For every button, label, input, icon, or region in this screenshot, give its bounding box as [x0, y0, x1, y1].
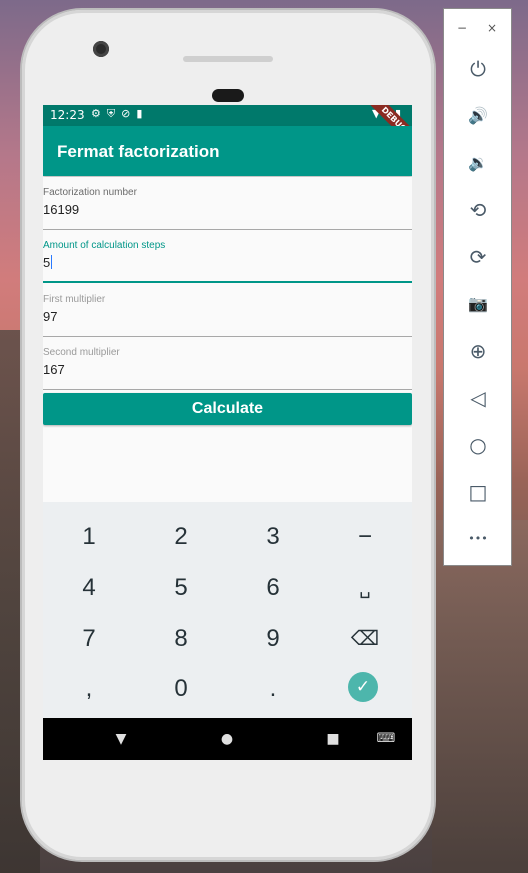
key-3[interactable]: 3: [227, 512, 319, 562]
key-2[interactable]: 2: [135, 512, 227, 562]
app-title: Fermat factorization: [57, 142, 220, 161]
sdcard-icon: ▮: [136, 107, 149, 120]
nav-home-icon[interactable]: ●: [207, 718, 247, 760]
home-icon[interactable]: ○: [458, 425, 498, 465]
key-1[interactable]: 1: [43, 512, 135, 562]
overview-icon[interactable]: □: [458, 472, 498, 512]
field-value-wrap: 5: [43, 255, 53, 270]
field-value: 5: [43, 255, 51, 270]
emulator-control-panel: − × ⏻ 🔊 🔉 ⟲ ⟳ 📷 ⊕ ◁ ○ □ •••: [443, 8, 512, 566]
field-label: First multiplier: [43, 294, 106, 305]
keyboard-switch-icon[interactable]: ⌨: [366, 718, 406, 760]
key-9[interactable]: 9: [227, 614, 319, 664]
field-value: 16199: [43, 202, 80, 217]
volume-up-icon[interactable]: 🔊: [458, 96, 498, 136]
rotate-left-icon[interactable]: ⟲: [458, 190, 498, 230]
field-label: Amount of calculation steps: [43, 240, 166, 251]
field-value: 167: [43, 362, 65, 377]
app-bar: Fermat factorization: [43, 126, 412, 176]
key-minus[interactable]: −: [319, 512, 411, 562]
navigation-bar: ▼ ● ■ ⌨: [43, 718, 412, 760]
rotate-right-icon[interactable]: ⟳: [458, 237, 498, 277]
text-cursor: [51, 255, 53, 269]
backspace-key[interactable]: ⌫: [319, 614, 411, 664]
zoom-icon[interactable]: ⊕: [458, 331, 498, 371]
status-bar: 12:23 ⚙⛨⊘▮ ▼◢▮ DEBUG: [43, 105, 412, 153]
key-5[interactable]: 5: [135, 563, 227, 613]
numeric-keyboard: 1 2 3 − 4 5 6 ␣ 7 8 9 ⌫ , 0 . ✓: [43, 502, 412, 718]
wallpaper-cliff-right: [432, 520, 528, 873]
earpiece-speaker: [183, 56, 273, 62]
more-icon[interactable]: •••: [458, 519, 498, 559]
key-7[interactable]: 7: [43, 614, 135, 664]
back-icon[interactable]: ◁: [458, 378, 498, 418]
proximity-sensor: [212, 89, 244, 102]
status-time: 12:23: [50, 108, 85, 122]
device-screen: 12:23 ⚙⛨⊘▮ ▼◢▮ DEBUG Fermat factorizatio…: [43, 105, 412, 760]
factorization-number-field[interactable]: Factorization number 16199: [43, 177, 412, 230]
nav-back-icon[interactable]: ▼: [101, 718, 141, 760]
key-8[interactable]: 8: [135, 614, 227, 664]
block-icon: ⊘: [121, 107, 137, 120]
front-camera: [93, 41, 109, 57]
first-multiplier-field[interactable]: First multiplier 97: [43, 284, 412, 337]
gear-icon: ⚙: [91, 107, 107, 120]
status-icons-left: ⚙⛨⊘▮: [91, 107, 148, 121]
done-check-icon[interactable]: ✓: [348, 672, 378, 702]
nav-recents-icon[interactable]: ■: [313, 718, 353, 760]
power-icon[interactable]: ⏻: [458, 49, 498, 89]
calculate-button[interactable]: Calculate: [43, 393, 412, 425]
minimize-button[interactable]: −: [457, 21, 467, 35]
close-button[interactable]: ×: [487, 21, 497, 35]
field-label: Factorization number: [43, 187, 137, 198]
key-space[interactable]: ␣: [319, 563, 411, 613]
key-comma[interactable]: ,: [43, 664, 135, 714]
shield-icon: ⛨: [106, 107, 122, 120]
second-multiplier-field[interactable]: Second multiplier 167: [43, 337, 412, 390]
key-period[interactable]: .: [227, 664, 319, 714]
camera-icon[interactable]: 📷: [458, 284, 498, 324]
key-0[interactable]: 0: [135, 664, 227, 714]
field-label: Second multiplier: [43, 347, 120, 358]
field-value: 97: [43, 309, 58, 324]
volume-down-icon[interactable]: 🔉: [458, 143, 498, 183]
calculation-steps-field[interactable]: Amount of calculation steps 5: [43, 230, 412, 283]
key-6[interactable]: 6: [227, 563, 319, 613]
key-4[interactable]: 4: [43, 563, 135, 613]
